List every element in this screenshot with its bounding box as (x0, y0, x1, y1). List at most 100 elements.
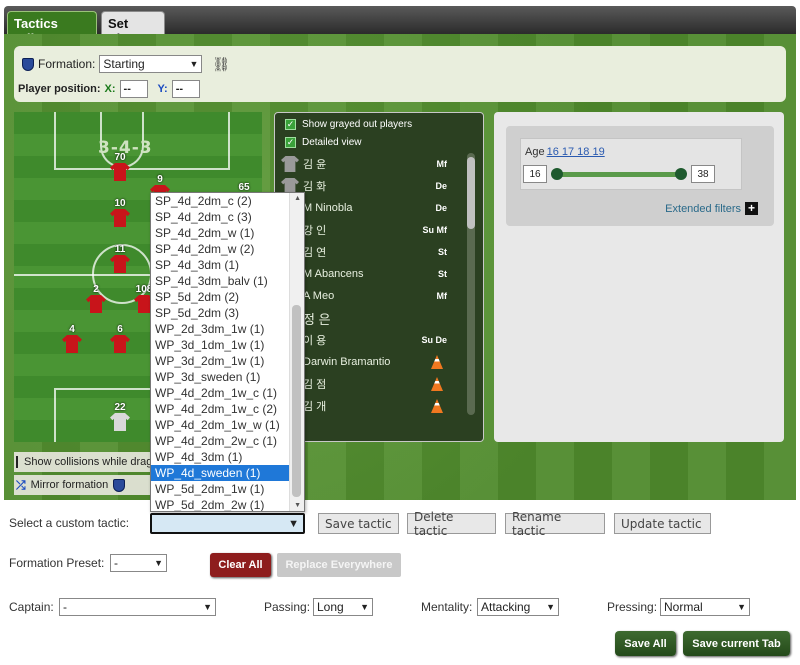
age-filter-box: Age 16 17 18 19 16 38 Extended filters + (506, 126, 774, 226)
shirt-icon (110, 335, 130, 353)
update-tactic-button[interactable]: Update tactic (614, 513, 711, 534)
link-icon[interactable]: ⛓ (212, 56, 230, 73)
tab-bar: Tactics Editor Set Plays (4, 6, 796, 46)
delete-tactic-button[interactable]: Delete tactic (407, 510, 496, 538)
player-marker[interactable]: 11 (108, 244, 132, 273)
shuffle-icon: ⤮ (16, 477, 26, 492)
plus-icon[interactable]: + (745, 202, 758, 215)
passing-select[interactable]: Long ▼ (313, 598, 373, 616)
dropdown-option[interactable]: WP_3d_1dm_1w (1) (151, 337, 304, 353)
chevron-down-icon: ▼ (737, 602, 746, 612)
dropdown-option[interactable]: WP_3d_2dm_1w (1) (151, 353, 304, 369)
dropdown-scrollbar-thumb[interactable] (292, 305, 301, 497)
mentality-select[interactable]: Attacking ▼ (477, 598, 559, 616)
scroll-up-icon[interactable]: ▲ (294, 195, 301, 202)
goalkeeper-marker[interactable]: 22 (108, 402, 132, 431)
x-input[interactable]: -- (119, 80, 148, 98)
age-min-input[interactable]: 16 (523, 165, 547, 183)
age-slider-track[interactable] (555, 172, 681, 177)
shield-icon (22, 57, 34, 71)
collisions-checkbox[interactable] (16, 456, 18, 468)
dropdown-option[interactable]: SP_5d_2dm (3) (151, 305, 304, 321)
player-row[interactable]: M Ninobla De (281, 197, 461, 219)
age-min-handle[interactable] (551, 168, 563, 180)
dropdown-option[interactable]: WP_5d_2dm_1w (1) (151, 481, 304, 497)
player-row[interactable]: 김 화 De (281, 175, 461, 197)
show-collisions-row[interactable]: Show collisions while dragging (14, 452, 173, 472)
player-row[interactable]: A Meo Mf (281, 285, 461, 307)
detailed-view-row[interactable]: ✓ Detailed view (285, 137, 361, 148)
player-marker[interactable]: 2 (84, 284, 108, 313)
y-label: Y: (157, 83, 168, 95)
formation-select[interactable]: Starting ▼ (99, 55, 203, 73)
injury-cone-icon (431, 399, 443, 413)
player-row[interactable]: 김 윤 Mf (281, 153, 461, 175)
age-max-input[interactable]: 38 (691, 165, 715, 183)
dropdown-option-selected[interactable]: WP_4d_sweden (1) (151, 465, 304, 481)
check-icon[interactable]: ✓ (285, 137, 296, 148)
player-row[interactable]: M Abancens St (281, 263, 461, 285)
custom-tactic-select[interactable]: ▼ (150, 513, 305, 534)
player-marker[interactable]: 10 (108, 198, 132, 227)
injury-cone-icon (431, 377, 443, 391)
formation-preset-select[interactable]: - ▼ (110, 554, 167, 572)
mirror-label: Mirror formation (30, 479, 109, 491)
player-row[interactable]: 이 용 Su De (281, 329, 461, 351)
player-marker[interactable]: 70 (108, 152, 132, 181)
player-row[interactable]: 정 은 (281, 307, 461, 329)
custom-tactic-dropdown-list[interactable]: SP_4d_2dm_c (2) SP_4d_2dm_c (3) SP_4d_2d… (150, 192, 305, 512)
captain-select[interactable]: - ▼ (59, 598, 216, 616)
players-scrollbar-thumb[interactable] (467, 157, 475, 229)
custom-tactic-label: Select a custom tactic: (9, 516, 130, 530)
y-input[interactable]: -- (171, 80, 200, 98)
formation-preset-label: Formation Preset: (9, 556, 105, 570)
save-all-button[interactable]: Save All (615, 631, 676, 656)
chevron-down-icon: ▼ (203, 602, 212, 612)
dropdown-option[interactable]: WP_4d_2dm_1w_c (1) (151, 385, 304, 401)
dropdown-option[interactable]: WP_4d_3dm (1) (151, 449, 304, 465)
dropdown-option[interactable]: WP_5d_2dm_2w (1) (151, 497, 304, 511)
tab-tactics-editor[interactable]: Tactics Editor (7, 11, 97, 46)
pressing-select[interactable]: Normal ▼ (660, 598, 750, 616)
dropdown-option[interactable]: WP_2d_3dm_1w (1) (151, 321, 304, 337)
dropdown-option[interactable]: SP_4d_2dm_c (3) (151, 209, 304, 225)
age-max-handle[interactable] (675, 168, 687, 180)
pressing-label: Pressing: (607, 600, 658, 614)
dropdown-option[interactable]: WP_4d_2dm_1w_c (2) (151, 401, 304, 417)
save-current-tab-button[interactable]: Save current Tab (683, 631, 790, 656)
player-row[interactable]: 김 점 (281, 373, 461, 395)
filter-panel: Age 16 17 18 19 16 38 Extended filters + (494, 112, 784, 442)
chevron-down-icon: ▼ (546, 602, 555, 612)
formation-panel: Formation: Starting ▼ ⛓ Player position: … (14, 46, 786, 102)
save-tactic-button[interactable]: Save tactic (318, 513, 399, 534)
show-grayed-row[interactable]: ✓ Show grayed out players (285, 119, 412, 130)
player-marker[interactable]: 6 (108, 324, 132, 353)
mirror-formation-row[interactable]: ⤮ Mirror formation (14, 475, 164, 495)
player-row[interactable]: 김 개 (281, 395, 461, 417)
dropdown-option[interactable]: WP_4d_2dm_2w_c (1) (151, 433, 304, 449)
chevron-down-icon: ▼ (360, 602, 369, 612)
player-row[interactable]: Darwin Bramantio (281, 351, 461, 373)
dropdown-option[interactable]: WP_4d_2dm_1w_w (1) (151, 417, 304, 433)
age-quick-links[interactable]: 16 17 18 19 (547, 146, 605, 158)
dropdown-option[interactable]: SP_4d_2dm_c (2) (151, 193, 304, 209)
shirt-icon (110, 255, 130, 273)
player-marker[interactable]: 4 (60, 324, 84, 353)
scroll-down-icon[interactable]: ▼ (294, 502, 301, 509)
dropdown-option[interactable]: SP_4d_3dm (1) (151, 257, 304, 273)
dropdown-option[interactable]: SP_4d_2dm_w (2) (151, 241, 304, 257)
dropdown-option[interactable]: SP_5d_2dm (2) (151, 289, 304, 305)
dropdown-option[interactable]: SP_4d_2dm_w (1) (151, 225, 304, 241)
player-row[interactable]: 강 인 Su Mf (281, 219, 461, 241)
check-icon[interactable]: ✓ (285, 119, 296, 130)
dropdown-option[interactable]: WP_3d_sweden (1) (151, 369, 304, 385)
formation-label: Formation: (38, 57, 96, 71)
shirt-icon (62, 335, 82, 353)
dropdown-option[interactable]: SP_4d_3dm_balv (1) (151, 273, 304, 289)
extended-filters-link[interactable]: Extended filters + (665, 202, 758, 215)
chevron-down-icon: ▼ (288, 517, 299, 530)
player-row[interactable]: 김 연 St (281, 241, 461, 263)
clear-all-button[interactable]: Clear All (210, 553, 271, 577)
tab-set-plays[interactable]: Set Plays (101, 11, 165, 46)
rename-tactic-button[interactable]: Rename tactic (505, 510, 605, 538)
